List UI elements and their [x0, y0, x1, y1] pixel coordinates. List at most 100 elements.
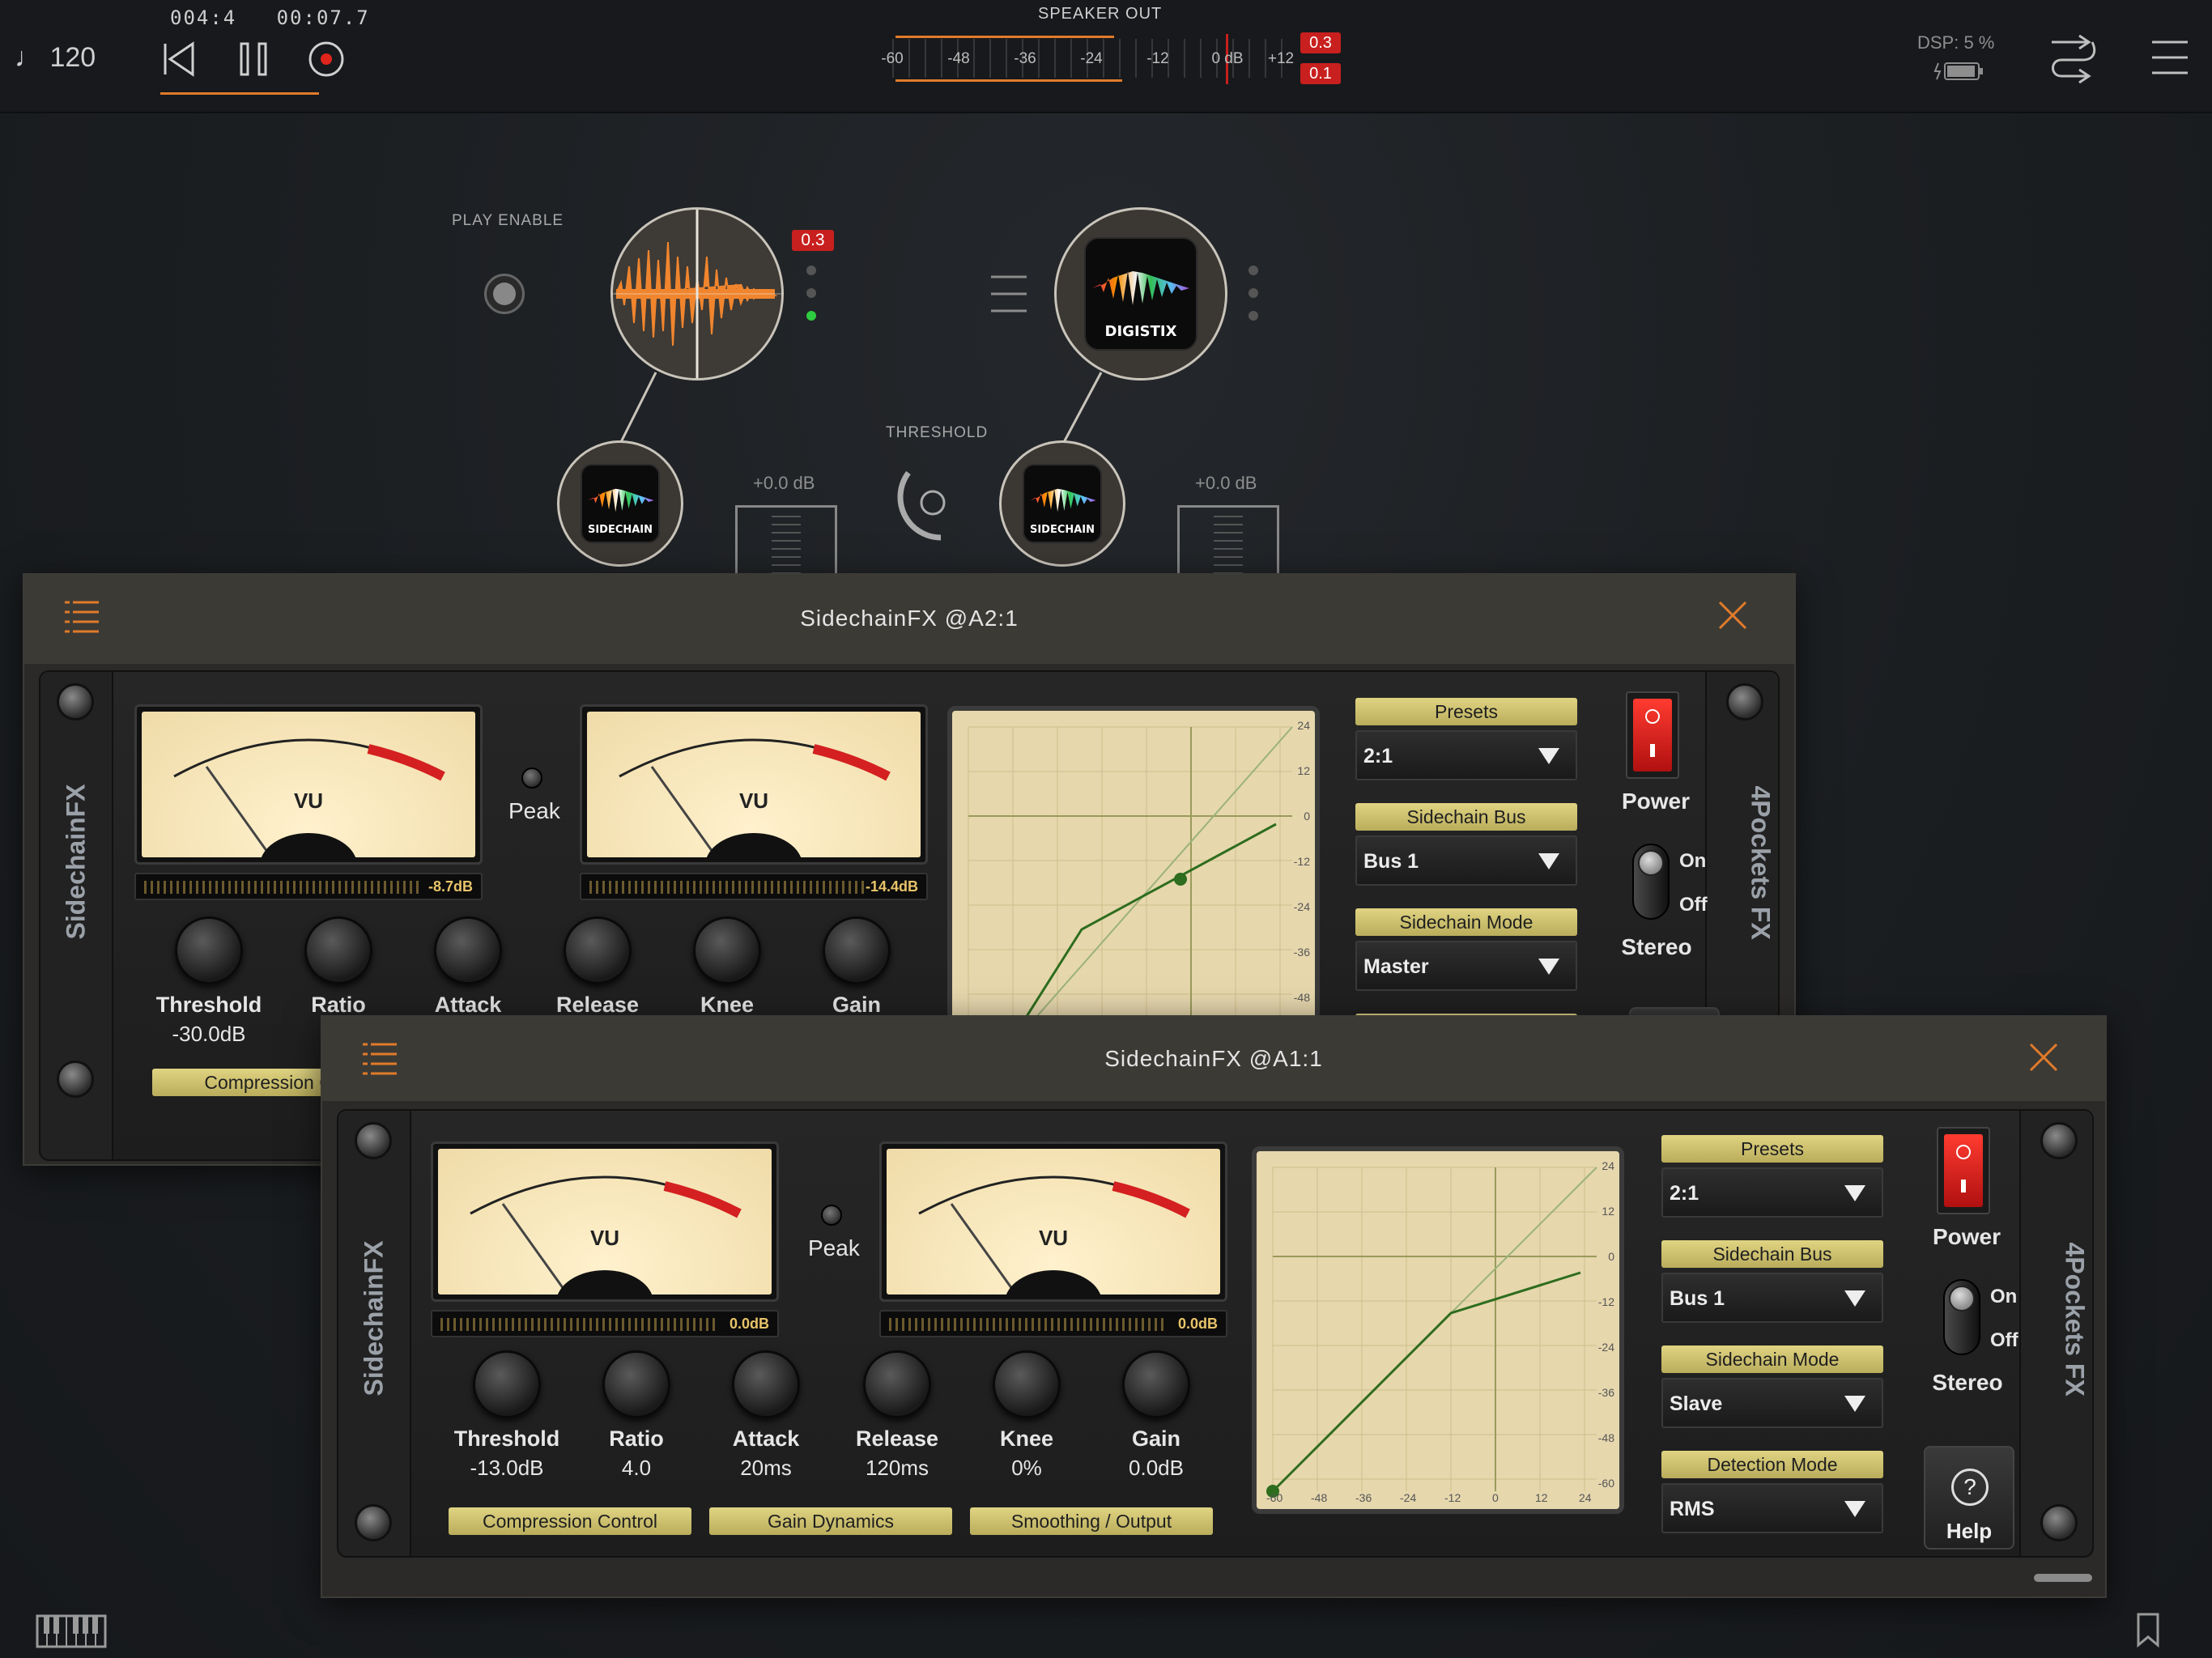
play-enable-toggle[interactable]	[484, 274, 525, 314]
on-label: On	[1679, 850, 1707, 872]
gain-knob[interactable]	[823, 916, 891, 984]
sidechain-mode-select[interactable]: Slave	[1661, 1378, 1883, 1428]
screw-icon	[355, 1504, 392, 1541]
fader-a[interactable]	[735, 505, 837, 580]
scale-label: -12	[1146, 50, 1169, 67]
axis-label: 12	[1297, 764, 1310, 777]
close-icon[interactable]	[2027, 1041, 2060, 1073]
gain-knob[interactable]	[1122, 1350, 1190, 1418]
status-dot	[806, 266, 816, 275]
vu-label: VU	[1038, 1226, 1069, 1250]
transfer-graph: 24 12 0 -12 -24 -36 -48 -60 -60 -48 -36 …	[1252, 1146, 1624, 1514]
knee-knob[interactable]	[993, 1350, 1061, 1418]
section-compression-control[interactable]: Compression Control	[449, 1507, 691, 1535]
threshold-dial[interactable]	[884, 457, 957, 546]
threshold-label: THRESHOLD	[886, 424, 989, 441]
fader-b[interactable]	[1177, 505, 1279, 580]
main-menu-icon[interactable]	[2150, 37, 2189, 78]
axis-label: -24	[1400, 1491, 1417, 1504]
axis-label: 0	[1492, 1491, 1499, 1504]
position-display: 004:4 00:07.7	[170, 6, 370, 29]
release-knob[interactable]	[564, 916, 632, 984]
presets-select[interactable]: 2:1	[1661, 1167, 1883, 1218]
knob-value: 4.0	[621, 1456, 652, 1480]
knee-knob[interactable]	[693, 916, 761, 984]
sidechain-mode-select[interactable]: Master	[1355, 941, 1577, 991]
attack-knob[interactable]	[434, 916, 502, 984]
section-gain-dynamics[interactable]: Gain Dynamics	[709, 1507, 952, 1535]
power-switch[interactable]	[1626, 691, 1679, 779]
detection-mode-label: Detection Mode	[1661, 1451, 1883, 1478]
stereo-toggle[interactable]	[1943, 1279, 1980, 1355]
audio-source-node[interactable]	[610, 207, 784, 380]
position-bars: 004:4	[170, 6, 237, 29]
sidechain-node-b[interactable]: SIDECHAIN	[999, 440, 1125, 567]
power-switch[interactable]	[1937, 1127, 1990, 1214]
sidechain-app-icon: SIDECHAIN	[1023, 464, 1102, 543]
sidechain-bus-select[interactable]: Bus 1	[1661, 1273, 1883, 1323]
presets-select[interactable]: 2:1	[1355, 730, 1577, 780]
spectrum-icon	[1092, 271, 1189, 305]
stereo-label: Stereo	[1932, 1370, 2003, 1395]
level-value: 0.0dB	[1177, 1316, 1218, 1332]
routing-icon[interactable]	[2047, 32, 2097, 86]
knob-label: Gain	[832, 993, 881, 1017]
peak-led	[821, 1205, 842, 1226]
detection-mode-select[interactable]: RMS	[1661, 1483, 1883, 1533]
sidechain-app-icon: SIDECHAIN	[581, 464, 660, 543]
section-smoothing-output[interactable]: Smoothing / Output	[970, 1507, 1213, 1535]
threshold-knob[interactable]	[175, 916, 243, 984]
keyboard-icon[interactable]	[36, 1614, 107, 1648]
ratio-knob[interactable]	[602, 1350, 670, 1418]
sidechain-mode-label: Sidechain Mode	[1661, 1346, 1883, 1373]
dropdown-arrow-icon	[1538, 748, 1559, 764]
ratio-knob[interactable]	[304, 916, 372, 984]
help-button[interactable]: ? Help	[1924, 1446, 2014, 1550]
axis-label: -36	[1355, 1491, 1372, 1504]
select-value: Bus 1	[1363, 850, 1419, 873]
rewind-button[interactable]	[160, 39, 201, 79]
app-root: ♩ 120 004:4 00:07.7 SPEAKER OUT -60 -48 …	[0, 0, 2212, 1658]
digistix-node[interactable]: DIGISTIX	[1054, 207, 1227, 380]
attack-knob[interactable]	[732, 1350, 800, 1418]
level-value: -14.4dB	[865, 878, 918, 895]
stereo-toggle[interactable]	[1632, 844, 1670, 920]
axis-label: -36	[1293, 946, 1310, 959]
axis-label: 12	[1602, 1205, 1614, 1218]
peak-indicator-bottom[interactable]: 0.1	[1300, 63, 1341, 84]
axis-label: 24	[1579, 1491, 1592, 1504]
brand-4pockets: 4Pockets FX	[2060, 1242, 2090, 1397]
knob-label: Release	[855, 1426, 939, 1451]
node-menu-icon[interactable]	[991, 274, 1027, 314]
knob-label: Attack	[434, 993, 502, 1017]
tempo-display[interactable]: ♩ 120	[15, 42, 96, 74]
peak-indicator-top[interactable]: 0.3	[1300, 32, 1341, 53]
dropdown-arrow-icon	[1844, 1501, 1865, 1517]
level-bar-output: 0.0dB	[879, 1310, 1227, 1337]
bookmark-icon[interactable]	[2136, 1613, 2160, 1648]
dropdown-arrow-icon	[1844, 1290, 1865, 1307]
vu-label: VU	[738, 789, 769, 813]
screw-icon	[2040, 1504, 2078, 1541]
axis-label: 12	[1535, 1491, 1548, 1504]
axis-label: -12	[1293, 855, 1310, 868]
record-button[interactable]	[306, 39, 347, 79]
knob-value: 0.0dB	[1129, 1456, 1184, 1480]
digistix-label: DIGISTIX	[1104, 323, 1177, 340]
sidechain-node-a[interactable]: SIDECHAIN	[557, 440, 683, 567]
close-icon[interactable]	[1716, 599, 1749, 631]
spectrum-icon	[1030, 488, 1096, 512]
sidechain-bus-select[interactable]: Bus 1	[1355, 835, 1577, 886]
resize-handle[interactable]	[2034, 1574, 2092, 1582]
off-label: Off	[1990, 1329, 2018, 1351]
digistix-app-icon: DIGISTIX	[1084, 237, 1197, 351]
input-peak-indicator[interactable]: 0.3	[792, 230, 834, 251]
vu-meter-output: VU	[879, 1141, 1227, 1302]
vu-meter-input: VU	[431, 1141, 779, 1302]
axis-label: -48	[1311, 1491, 1328, 1504]
off-label: Off	[1679, 894, 1708, 916]
threshold-knob[interactable]	[473, 1350, 541, 1418]
pause-button[interactable]	[235, 39, 275, 79]
screw-icon	[355, 1122, 392, 1159]
release-knob[interactable]	[863, 1350, 931, 1418]
